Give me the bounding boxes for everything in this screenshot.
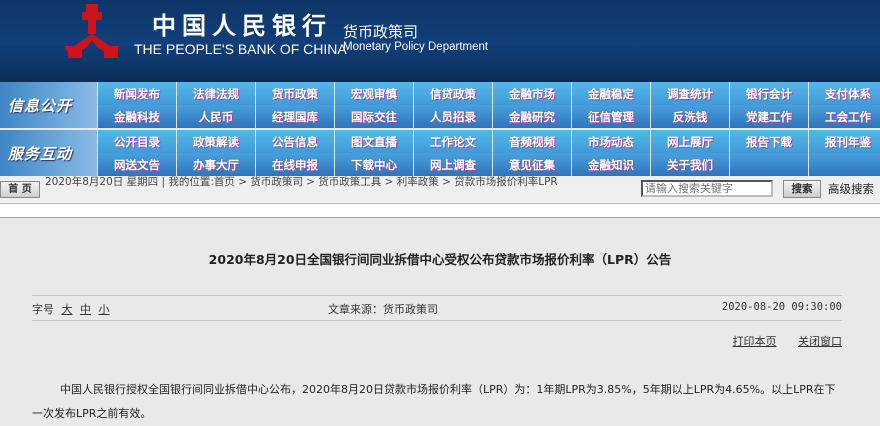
nav-item[interactable]: 反洗钱 — [651, 105, 730, 128]
search-button[interactable]: 搜索 — [783, 180, 821, 198]
divider — [32, 320, 842, 321]
article-body: 中国人民银行授权全国银行间同业拆借中心公布，2020年8月20日贷款市场报价利率… — [32, 383, 836, 420]
dept-name-en: Monetary Policy Department — [343, 41, 489, 53]
nav-item[interactable]: 音频视频 — [493, 130, 572, 153]
nav-item[interactable]: 在线申报 — [256, 153, 335, 176]
nav-item[interactable]: 报刊年鉴 — [809, 130, 880, 153]
nav-item[interactable]: 意见征集 — [493, 153, 572, 176]
nav-item[interactable]: 报告下载 — [730, 130, 809, 153]
site-header: 中国人民银行 THE PEOPLE'S BANK OF CHINA 货币政策司 … — [0, 0, 880, 80]
article-title: 2020年8月20日全国银行间同业拆借中心受权公布贷款市场报价利率（LPR）公告 — [208, 252, 672, 267]
bank-name-en: THE PEOPLE'S BANK OF CHINA — [134, 41, 347, 57]
nav-item[interactable]: 信贷政策 — [414, 82, 493, 105]
page-actions: 打印本页 关闭窗口 — [715, 333, 843, 349]
nav-item[interactable]: 金融知识 — [572, 153, 651, 176]
nav-item[interactable]: 公告信息 — [256, 130, 335, 153]
nav-item[interactable]: 下载中心 — [335, 153, 414, 176]
nav-group-label: 信息公开 — [0, 82, 97, 128]
nav-grid: 公开目录 政策解读 公告信息 图文直播 工作论文 音频视频 市场动态 网上展厅 报告下载 报刊年鉴… — [98, 130, 880, 176]
nav-group-label: 服务互动 — [0, 130, 97, 176]
nav-item[interactable]: 市场动态 — [572, 130, 651, 153]
nav-item[interactable]: 图文直播 — [335, 130, 414, 153]
pboc-logo-icon — [64, 4, 120, 58]
nav-item[interactable]: 金融稳定 — [572, 82, 651, 105]
nav-item[interactable]: 金融市场 — [493, 82, 572, 105]
nav-item[interactable]: 网送文告 — [98, 153, 177, 176]
article-source: 文章来源：货币政策司 — [328, 303, 438, 316]
nav-item[interactable]: 宏观审慎 — [335, 82, 414, 105]
nav-item[interactable]: 关于我们 — [651, 153, 730, 176]
nav-item[interactable]: 新闻发布 — [98, 82, 177, 105]
nav-item[interactable]: 网上展厅 — [651, 130, 730, 153]
nav-item — [730, 153, 809, 176]
divider — [32, 295, 842, 296]
nav-item[interactable]: 支付体系 — [809, 82, 880, 105]
font-size-label: 字号 — [32, 303, 54, 316]
font-medium-link[interactable]: 中 — [80, 303, 91, 316]
dept-name-cn: 货币政策司 — [343, 23, 419, 41]
nav-item[interactable]: 政策解读 — [177, 130, 256, 153]
nav-item[interactable]: 法律法规 — [177, 82, 256, 105]
nav-grid: 新闻发布 法律法规 货币政策 宏观审慎 信贷政策 金融市场 金融稳定 调查统计 银行会计 支付体系… — [98, 82, 880, 128]
font-small-link[interactable]: 小 — [99, 303, 110, 316]
print-link[interactable]: 打印本页 — [733, 335, 777, 348]
spacer — [0, 204, 880, 218]
nav-item — [809, 153, 880, 176]
nav-item[interactable]: 货币政策 — [256, 82, 335, 105]
nav-info-disclosure: 信息公开 新闻发布 法律法规 货币政策 宏观审慎 信贷政策 金融市场 金融稳定 调查统计 银行会… — [0, 82, 880, 128]
nav-item[interactable]: 公开目录 — [98, 130, 177, 153]
nav-service-interaction: 服务互动 公开目录 政策解读 公告信息 图文直播 工作论文 音频视频 市场动态 网上展厅 报告下… — [0, 130, 880, 176]
font-size-controls: 字号 大 中 小 — [32, 301, 110, 317]
nav-item[interactable]: 党建工作 — [730, 105, 809, 128]
home-button[interactable]: 首 页 — [0, 181, 40, 198]
close-window-link[interactable]: 关闭窗口 — [798, 335, 842, 348]
nav-item[interactable]: 工作论文 — [414, 130, 493, 153]
nav-item[interactable]: 经理国库 — [256, 105, 335, 128]
breadcrumb: 2020年8月20日 星期四 | 我的位置:首页 > 货币政策司 > 货币政策工… — [45, 176, 558, 188]
bank-name-cn: 中国人民银行 — [152, 11, 332, 40]
nav-item[interactable]: 人民币 — [177, 105, 256, 128]
nav-item[interactable]: 办事大厅 — [177, 153, 256, 176]
nav-item[interactable]: 工会工作 — [809, 105, 880, 128]
article-datetime: 2020-08-20 09:30:00 — [721, 301, 842, 313]
nav-item[interactable]: 网上调查 — [414, 153, 493, 176]
advanced-search-link[interactable]: 高级搜索 — [828, 181, 874, 197]
nav-item[interactable]: 银行会计 — [730, 82, 809, 105]
nav-item[interactable]: 征信管理 — [572, 105, 651, 128]
nav-item[interactable]: 国际交往 — [335, 105, 414, 128]
nav-item[interactable]: 调查统计 — [651, 82, 730, 105]
nav-item[interactable]: 金融研究 — [493, 105, 572, 128]
search-input[interactable] — [641, 180, 773, 197]
font-large-link[interactable]: 大 — [62, 303, 73, 316]
nav-item[interactable]: 金融科技 — [98, 105, 177, 128]
nav-item[interactable]: 人员招录 — [414, 105, 493, 128]
